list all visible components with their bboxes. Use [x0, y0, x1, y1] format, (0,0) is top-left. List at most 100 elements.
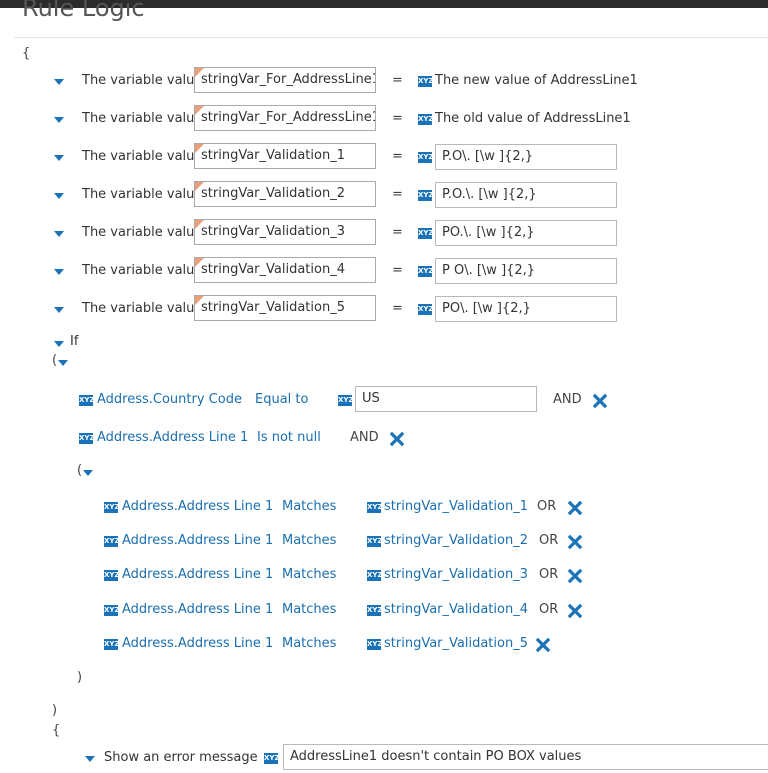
variable-name-text: stringVar_For_AddressLine1: [201, 72, 376, 87]
group-paren-close: ): [77, 670, 83, 685]
xyz-value-icon: XYZ: [104, 570, 120, 581]
assignment-value-text: The old value of AddressLine1: [435, 111, 631, 126]
xyz-value-icon: XYZ: [418, 76, 434, 87]
variable-corner-marker: [195, 220, 204, 229]
match-operator-link[interactable]: Matches: [282, 567, 336, 582]
xyz-value-icon: XYZ: [418, 304, 434, 315]
remove-condition-icon[interactable]: [567, 500, 583, 516]
variable-name-text: stringVar_Validation_2: [201, 186, 345, 201]
xyz-value-icon: XYZ: [104, 639, 120, 650]
condition-field-link[interactable]: Address.Address Line 1: [97, 430, 248, 445]
match-field-link[interactable]: Address.Address Line 1: [122, 499, 273, 514]
condition-operator-link[interactable]: Is not null: [257, 430, 321, 445]
variable-value-label: The variable value: [82, 263, 203, 278]
xyz-value-icon: XYZ: [104, 536, 120, 547]
regex-value-input[interactable]: PO.\. [\w ]{2,}: [435, 220, 617, 246]
equals-sign: =: [392, 111, 403, 126]
or-connector[interactable]: OR: [539, 533, 558, 548]
row-expand-icon[interactable]: [54, 117, 64, 123]
variable-corner-marker: [195, 106, 204, 115]
row-expand-icon[interactable]: [54, 155, 64, 161]
match-operator-link[interactable]: Matches: [282, 602, 336, 617]
equals-sign: =: [392, 149, 403, 164]
xyz-value-icon: XYZ: [367, 639, 383, 650]
or-connector[interactable]: OR: [539, 602, 558, 617]
variable-name-text: stringVar_Validation_3: [201, 224, 345, 239]
variable-name-input[interactable]: stringVar_Validation_3: [194, 219, 376, 245]
error-message-input[interactable]: AddressLine1 doesn't contain PO BOX valu…: [283, 744, 768, 770]
condition-value-input[interactable]: US: [355, 386, 537, 412]
condition-field-link[interactable]: Address.Country Code: [97, 392, 242, 407]
xyz-value-icon: XYZ: [79, 395, 95, 406]
match-operator-link[interactable]: Matches: [282, 533, 336, 548]
remove-condition-icon[interactable]: [592, 393, 608, 409]
variable-value-label: The variable value: [82, 225, 203, 240]
equals-sign: =: [392, 225, 403, 240]
variable-value-label: The variable value: [82, 111, 203, 126]
and-connector[interactable]: AND: [553, 392, 582, 407]
condition-operator-link[interactable]: Equal to: [255, 392, 308, 407]
xyz-value-icon: XYZ: [418, 114, 434, 125]
variable-name-text: stringVar_For_AddressLine1: [201, 110, 376, 125]
then-brace-open: {: [52, 723, 61, 738]
remove-condition-icon[interactable]: [567, 568, 583, 584]
equals-sign: =: [392, 187, 403, 202]
match-field-link[interactable]: Address.Address Line 1: [122, 636, 273, 651]
match-field-link[interactable]: Address.Address Line 1: [122, 567, 273, 582]
variable-name-text: stringVar_Validation_1: [201, 148, 345, 163]
xyz-value-icon: XYZ: [104, 502, 120, 513]
remove-condition-icon[interactable]: [567, 603, 583, 619]
variable-corner-marker: [195, 296, 204, 305]
variable-name-input[interactable]: stringVar_For_AddressLine1: [194, 105, 376, 131]
match-value-link[interactable]: stringVar_Validation_1: [384, 499, 528, 514]
row-expand-icon[interactable]: [54, 193, 64, 199]
regex-value-input[interactable]: PO\. [\w ]{2,}: [435, 296, 617, 322]
variable-name-input[interactable]: stringVar_Validation_5: [194, 295, 376, 321]
if-paren-close: ): [52, 703, 58, 718]
match-value-link[interactable]: stringVar_Validation_5: [384, 636, 528, 651]
or-connector[interactable]: OR: [539, 567, 558, 582]
row-expand-icon[interactable]: [54, 231, 64, 237]
equals-sign: =: [392, 301, 403, 316]
and-connector[interactable]: AND: [350, 430, 379, 445]
assignment-value-text: The new value of AddressLine1: [435, 73, 638, 88]
xyz-value-icon: XYZ: [367, 502, 383, 513]
match-operator-link[interactable]: Matches: [282, 636, 336, 651]
match-field-link[interactable]: Address.Address Line 1: [122, 602, 273, 617]
remove-condition-icon[interactable]: [567, 534, 583, 550]
row-expand-icon[interactable]: [54, 269, 64, 275]
variable-name-input[interactable]: stringVar_Validation_1: [194, 143, 376, 169]
match-value-link[interactable]: stringVar_Validation_3: [384, 567, 528, 582]
variable-name-text: stringVar_Validation_5: [201, 300, 345, 315]
variable-corner-marker: [195, 182, 204, 191]
regex-value-input[interactable]: P.O\. [\w ]{2,}: [435, 144, 617, 170]
variable-name-input[interactable]: stringVar_Validation_2: [194, 181, 376, 207]
remove-condition-icon[interactable]: [535, 637, 551, 653]
xyz-value-icon: XYZ: [104, 605, 120, 616]
variable-value-label: The variable value: [82, 73, 203, 88]
match-operator-link[interactable]: Matches: [282, 499, 336, 514]
match-field-link[interactable]: Address.Address Line 1: [122, 533, 273, 548]
title-divider: [14, 37, 768, 38]
variable-name-input[interactable]: stringVar_For_AddressLine1: [194, 67, 376, 93]
row-expand-icon[interactable]: [54, 307, 64, 313]
regex-value-input[interactable]: P.O.\. [\w ]{2,}: [435, 182, 617, 208]
variable-corner-marker: [195, 258, 204, 267]
xyz-value-icon: XYZ: [264, 753, 280, 764]
variable-corner-marker: [195, 144, 204, 153]
if-expand-icon[interactable]: [54, 341, 64, 347]
match-value-link[interactable]: stringVar_Validation_4: [384, 602, 528, 617]
variable-value-label: The variable value: [82, 301, 203, 316]
variable-name-input[interactable]: stringVar_Validation_4: [194, 257, 376, 283]
equals-sign: =: [392, 263, 403, 278]
match-value-link[interactable]: stringVar_Validation_2: [384, 533, 528, 548]
group-expand-icon[interactable]: [83, 470, 93, 476]
remove-condition-icon[interactable]: [389, 431, 405, 447]
or-connector[interactable]: OR: [537, 499, 556, 514]
regex-value-input[interactable]: P O\. [\w ]{2,}: [435, 258, 617, 284]
action-expand-icon[interactable]: [85, 756, 95, 762]
row-expand-icon[interactable]: [54, 79, 64, 85]
if-group-expand-icon[interactable]: [58, 360, 68, 366]
variable-corner-marker: [195, 68, 204, 77]
xyz-value-icon: XYZ: [79, 433, 95, 444]
